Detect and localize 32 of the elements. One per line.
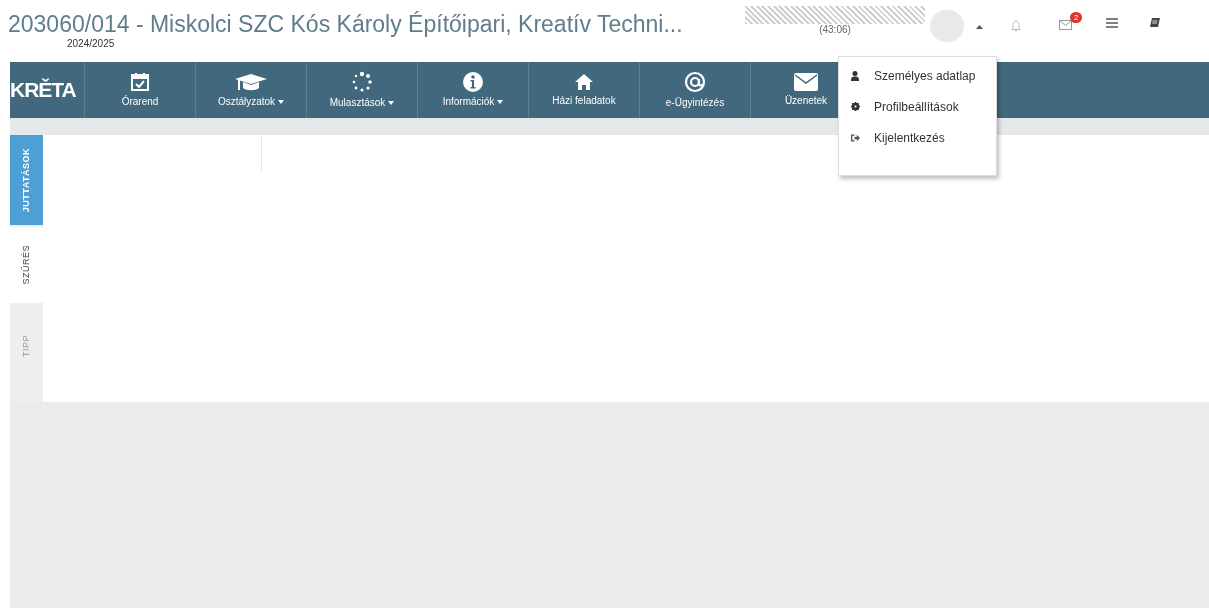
caret-icon (278, 100, 285, 104)
menu-item[interactable]: Profilbeállítások (874, 97, 959, 116)
caret-icon (497, 100, 504, 104)
caret-icon (388, 101, 395, 105)
menu-icon[interactable] (1106, 18, 1118, 28)
envelope-icon (794, 73, 818, 91)
user-icon (851, 70, 859, 81)
caret-icon[interactable] (976, 25, 983, 29)
unread-badge: 2 (1070, 12, 1083, 23)
nav-menu-item[interactable]: Osztályzatok (217, 96, 285, 108)
menu-item[interactable]: Kijelentkezés (874, 128, 945, 147)
graduation-cap-icon (234, 72, 268, 92)
menu-item[interactable]: Személyes adatlap (874, 66, 976, 85)
info-icon (463, 72, 483, 92)
book-icon[interactable] (1150, 18, 1160, 29)
logout-icon (850, 133, 860, 142)
nav-menu-item[interactable]: Üzenetek (784, 95, 828, 107)
side-tab[interactable]: SZŰRÉS (10, 227, 43, 303)
nav-menu-item[interactable]: e-Ügyintézés (665, 97, 725, 109)
session-timer: (43:06) (819, 24, 851, 36)
settings-icon (850, 102, 860, 111)
mail-icon[interactable] (1059, 20, 1072, 30)
nav-menu-item[interactable]: Házi feladatok (552, 95, 616, 107)
calendar-icon (130, 72, 150, 92)
page-title: 203060/014 - Miskolci SZC Kós Károly Építőipari, Kreatív Techni... (8, 10, 684, 38)
spinner-icon (351, 71, 373, 93)
nav-menu-item[interactable]: Mulasztások (329, 97, 395, 109)
school-year: 2024/2025 (67, 38, 116, 50)
at-sign-icon (684, 71, 706, 93)
nav-menu-item[interactable]: Információk (442, 96, 504, 108)
house-icon (574, 73, 594, 91)
nav-menu-item[interactable]: Órarend (121, 96, 159, 108)
